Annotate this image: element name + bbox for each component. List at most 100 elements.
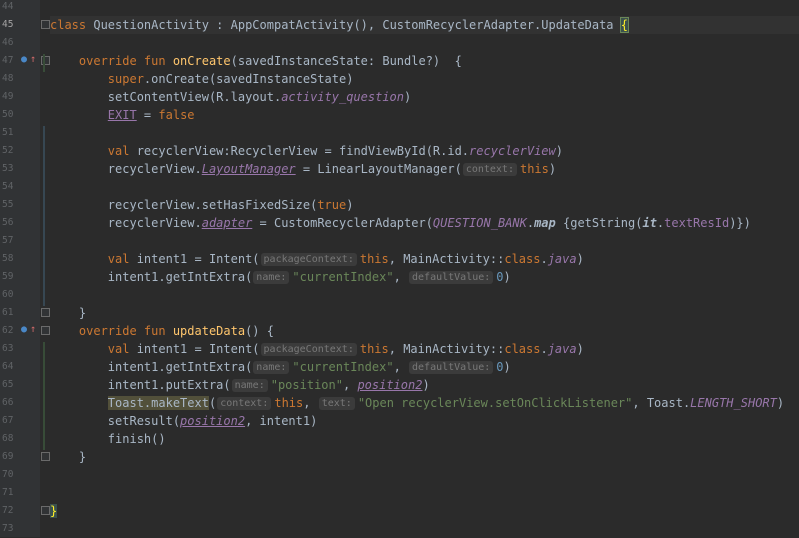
code-line[interactable]: setContentView(R.layout.activity_questio… (50, 88, 799, 106)
fold-icon[interactable] (41, 506, 50, 515)
code-line[interactable] (50, 286, 799, 304)
fold-icon[interactable] (41, 326, 50, 335)
parameter-hint: context: (462, 163, 517, 176)
code-token: "position" (270, 378, 343, 392)
code-line[interactable] (50, 0, 799, 16)
code-token: class (504, 342, 541, 356)
code-line[interactable]: Toast.makeText(context: this, text: "Open … (50, 394, 799, 412)
code-line[interactable]: override fun onCreate(savedInstanceState… (50, 52, 799, 70)
code-token: ) (422, 378, 430, 392)
line-number: 46 (2, 37, 14, 48)
code-token: setResult( (50, 414, 181, 428)
code-line[interactable] (50, 520, 799, 538)
code-token: "currentIndex" (292, 360, 394, 374)
code-token: updateData (172, 324, 246, 338)
code-token: , (303, 396, 318, 410)
code-line[interactable]: } (50, 448, 799, 466)
code-token: EXIT (107, 108, 137, 122)
code-token: ) (576, 252, 584, 266)
code-token: true (317, 198, 347, 212)
line-number: 72 (2, 505, 14, 516)
code-token: setContentView(R.layout. (50, 90, 282, 104)
code-editor[interactable]: 44 45 class QuestionActivity : AppCompatAc… (0, 0, 799, 537)
code-line[interactable] (50, 484, 799, 502)
code-token: , (393, 360, 409, 374)
parameter-hint: context: (217, 397, 272, 410)
code-token: this (274, 396, 304, 410)
code-line[interactable]: class QuestionActivity : AppCompatActivi… (50, 16, 799, 34)
change-marker (43, 54, 45, 72)
parameter-hint: name: (231, 379, 268, 392)
line-number: 57 (2, 235, 14, 246)
code-token: val (107, 252, 137, 266)
code-token: super (107, 72, 144, 86)
code-token: onCreate (172, 54, 231, 68)
code-line[interactable]: intent1.getIntExtra(name: "currentIndex",… (50, 268, 799, 286)
line-number: 67 (2, 415, 14, 426)
code-token: , (342, 378, 358, 392)
code-token: = (136, 108, 159, 122)
line-number: 73 (2, 523, 14, 534)
code-token: class (504, 252, 541, 266)
code-line[interactable]: } (50, 502, 799, 520)
code-line[interactable]: } (50, 304, 799, 322)
code-token: intent1 = Intent( (136, 342, 260, 356)
parameter-hint: text: (318, 397, 355, 410)
code-line[interactable]: recyclerView.adapter = CustomRecyclerAda… (50, 214, 799, 232)
code-line[interactable]: finish() (50, 430, 799, 448)
code-token: LayoutManager (201, 162, 296, 176)
fold-icon[interactable] (41, 20, 50, 29)
code-line[interactable]: val intent1 = Intent(packageContext: this… (50, 250, 799, 268)
line-number: 53 (2, 163, 14, 174)
line-number: 69 (2, 451, 14, 462)
code-line[interactable]: recyclerView.LayoutManager = LinearLayou… (50, 160, 799, 178)
code-token: )}) (729, 216, 751, 230)
code-token: recyclerView:RecyclerView = findViewById… (136, 144, 470, 158)
code-line[interactable]: val intent1 = Intent(packageContext: this… (50, 340, 799, 358)
code-line[interactable] (50, 232, 799, 250)
code-token: false (158, 108, 195, 122)
line-number: 49 (2, 91, 14, 102)
code-line[interactable] (50, 466, 799, 484)
code-line[interactable] (50, 124, 799, 142)
code-line[interactable]: super.onCreate(savedInstanceState) (50, 70, 799, 88)
fold-icon[interactable] (41, 452, 50, 461)
parameter-hint: defaultValue: (409, 271, 494, 284)
line-number: 58 (2, 253, 14, 264)
code-line[interactable]: recyclerView.setHasFixedSize(true) (50, 196, 799, 214)
code-token: val (107, 144, 137, 158)
code-token: } (50, 450, 87, 464)
code-token: intent1.getIntExtra( (50, 270, 253, 284)
code-line[interactable]: setResult(position2, intent1) (50, 412, 799, 430)
implements-up-icon[interactable]: ↑ (30, 55, 40, 65)
code-token: ( (208, 396, 217, 410)
parameter-hint: name: (253, 361, 290, 374)
code-token: position2 (357, 378, 423, 392)
code-token: Toast.makeText (107, 396, 209, 410)
code-token: LENGTH_SHORT (690, 396, 777, 410)
code-line[interactable]: EXIT = false (50, 106, 799, 124)
line-number: 61 (2, 307, 14, 318)
code-line[interactable]: intent1.putExtra(name: "position", positi… (50, 376, 799, 394)
code-token: ) (576, 342, 584, 356)
parameter-hint: name: (253, 271, 290, 284)
code-line[interactable] (50, 178, 799, 196)
code-token: ) (555, 144, 563, 158)
code-line[interactable]: intent1.getIntExtra(name: "currentIndex",… (50, 358, 799, 376)
fold-icon[interactable] (41, 308, 50, 317)
code-token: , MainActivity:: (388, 252, 505, 266)
code-token: "Open recyclerView.setOnClickListener" (357, 396, 633, 410)
code-token: recyclerView.setHasFixedSize( (50, 198, 318, 212)
implements-up-icon[interactable]: ↑ (30, 325, 40, 335)
code-line[interactable] (50, 34, 799, 52)
code-line[interactable]: override fun updateData() { (50, 322, 799, 340)
code-line[interactable]: val recyclerView:RecyclerView = findView… (50, 142, 799, 160)
code-token: , Toast. (632, 396, 691, 410)
line-number: 44 (2, 1, 14, 12)
code-token: . (540, 252, 548, 266)
code-token: val (107, 342, 137, 356)
code-token: it (642, 216, 657, 230)
